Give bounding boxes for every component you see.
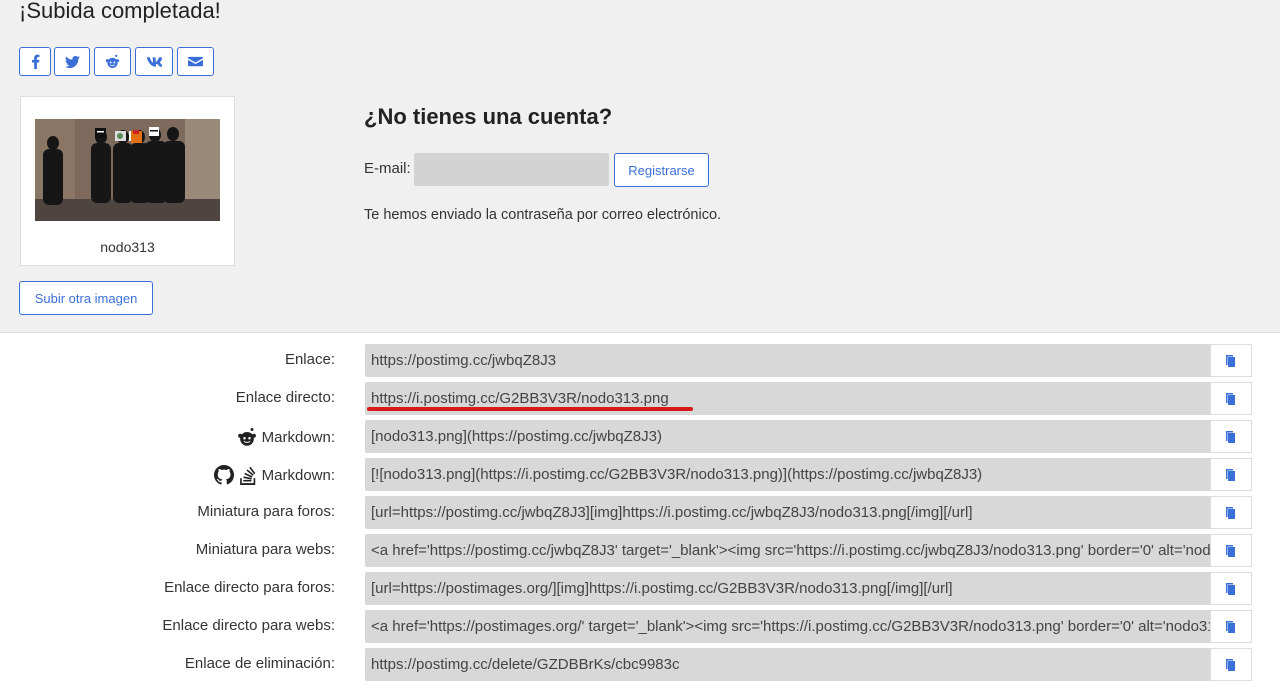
link-field-thumb-forums[interactable]: [url=https://postimg.cc/jwbqZ8J3][img]ht… (365, 496, 1210, 529)
thumbnail-caption: nodo313 (100, 239, 155, 255)
copy-icon (1226, 658, 1235, 671)
copy-button[interactable] (1210, 382, 1252, 415)
upload-complete-panel: ¡Subida completada! nodo313 Subir otra i… (0, 0, 1280, 333)
copy-icon (1226, 430, 1235, 443)
link-field-thumb-webs[interactable]: <a href='https://postimg.cc/jwbqZ8J3' ta… (365, 534, 1210, 567)
link-label-thumb-forums: Miniatura para foros: (197, 503, 335, 520)
share-email-button[interactable] (177, 47, 214, 76)
link-label-direct: Enlace directo: (235, 389, 335, 406)
envelope-icon (188, 56, 203, 67)
stackoverflow-icon (239, 466, 256, 485)
link-label-delete: Enlace de eliminación: (184, 655, 335, 672)
copy-icon (1226, 544, 1235, 557)
copy-icon (1226, 468, 1235, 481)
no-account-heading: ¿No tienes una cuenta? (364, 104, 613, 129)
vk-icon (146, 57, 162, 67)
link-label-enlace: Enlace: (284, 351, 335, 368)
copy-button[interactable] (1210, 420, 1252, 453)
email-label: E-mail: (364, 160, 411, 177)
share-reddit-button[interactable] (94, 47, 131, 76)
copy-icon (1226, 620, 1235, 633)
register-button[interactable]: Registrarse (614, 153, 709, 187)
copy-button[interactable] (1210, 496, 1252, 529)
facebook-icon (31, 54, 39, 69)
copy-button[interactable] (1210, 572, 1252, 605)
link-field-markdown-reddit[interactable]: [nodo313.png](https://postimg.cc/jwbqZ8J… (365, 420, 1210, 453)
link-label-markdown-reddit: Markdown: (236, 427, 335, 447)
link-label-markdown-github: Markdown: (213, 465, 335, 485)
copy-button[interactable] (1210, 344, 1252, 377)
twitter-icon (64, 55, 80, 69)
upload-another-button[interactable]: Subir otra imagen (19, 281, 153, 315)
share-vk-button[interactable] (135, 47, 173, 76)
page-title: ¡Subida completada! (19, 0, 221, 23)
reddit-icon (105, 54, 120, 69)
link-field-enlace[interactable]: https://postimg.cc/jwbqZ8J3 (365, 344, 1210, 377)
email-input[interactable] (414, 153, 609, 186)
link-field-direct-forums[interactable]: [url=https://postimages.org/][img]https:… (365, 572, 1210, 605)
uploaded-image-thumbnail[interactable] (35, 119, 220, 221)
copy-icon (1226, 354, 1235, 367)
copy-button[interactable] (1210, 458, 1252, 491)
highlight-underline (367, 407, 693, 411)
copy-button[interactable] (1210, 534, 1252, 567)
password-sent-message: Te hemos enviado la contraseña por corre… (364, 207, 722, 223)
share-facebook-button[interactable] (19, 47, 51, 76)
reddit-icon (237, 428, 256, 446)
github-icon (213, 465, 234, 485)
copy-icon (1226, 506, 1235, 519)
share-twitter-button[interactable] (54, 47, 90, 76)
link-field-delete[interactable]: https://postimg.cc/delete/GZDBBrKs/cbc99… (365, 648, 1210, 681)
copy-button[interactable] (1210, 648, 1252, 681)
thumbnail-card[interactable]: nodo313 (20, 96, 235, 266)
copy-button[interactable] (1210, 610, 1252, 643)
link-label-direct-webs: Enlace directo para webs: (162, 617, 335, 634)
link-field-direct-webs[interactable]: <a href='https://postimages.org/' target… (365, 610, 1210, 643)
link-label-thumb-webs: Miniatura para webs: (195, 541, 335, 558)
link-field-markdown-github[interactable]: [![nodo313.png](https://i.postimg.cc/G2B… (365, 458, 1210, 491)
link-label-direct-forums: Enlace directo para foros: (164, 579, 335, 596)
copy-icon (1226, 582, 1235, 595)
copy-icon (1226, 392, 1235, 405)
